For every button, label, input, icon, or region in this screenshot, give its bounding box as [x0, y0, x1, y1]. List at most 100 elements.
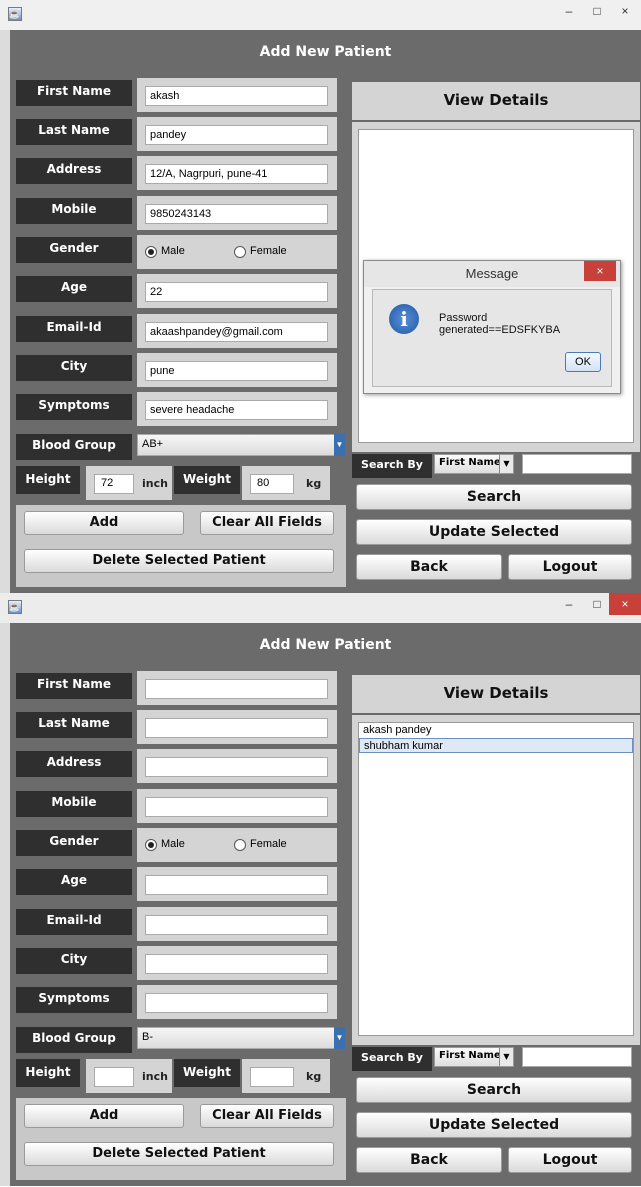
search-by-select[interactable]: First Name ▼ [434, 1047, 514, 1067]
search-by-label: Search By [352, 454, 432, 478]
search-input[interactable] [522, 454, 632, 474]
close-button[interactable]: × [609, 593, 641, 615]
blood-group-select[interactable]: B- ▼ [137, 1027, 345, 1049]
chevron-down-icon[interactable]: ▼ [499, 455, 513, 473]
first-name-label: First Name [16, 673, 132, 699]
city-field[interactable]: pune [145, 361, 328, 381]
java-cup-icon: ☕ [8, 600, 22, 614]
height-box: 72 inch [86, 466, 172, 500]
back-button[interactable]: Back [356, 1147, 502, 1173]
logout-button[interactable]: Logout [508, 1147, 632, 1173]
dialog-body: i Password generated==EDSFKYBA OK [372, 289, 612, 387]
chevron-down-icon[interactable]: ▼ [334, 434, 345, 456]
gender-female-radio[interactable] [234, 839, 246, 851]
list-item[interactable]: akash pandey [359, 723, 633, 738]
gender-male-radio[interactable] [145, 246, 157, 258]
gender-female-radio[interactable] [234, 246, 246, 258]
delete-selected-patient-button[interactable]: Delete Selected Patient [24, 549, 334, 573]
chevron-down-icon[interactable]: ▼ [499, 1048, 513, 1066]
search-input[interactable] [522, 1047, 632, 1067]
weight-box: kg [242, 1059, 330, 1093]
last-name-label: Last Name [16, 712, 132, 738]
address-field[interactable]: 12/A, Nagrpuri, pune-41 [145, 164, 328, 184]
list-item-selected[interactable]: shubham kumar [359, 738, 633, 753]
minimize-button[interactable]: – [556, 593, 582, 615]
first-name-field[interactable]: akash [145, 86, 328, 106]
age-field[interactable]: 22 [145, 282, 328, 302]
age-box: 22 [137, 274, 337, 308]
patient-list[interactable]: akash pandey shubham kumar [358, 722, 634, 1036]
height-label: Height [16, 1059, 80, 1087]
first-name-field[interactable] [145, 679, 328, 699]
address-box [137, 749, 337, 783]
gender-box: Male Female [137, 235, 337, 269]
clear-all-fields-button[interactable]: Clear All Fields [200, 511, 334, 535]
blood-group-select[interactable]: AB+ ▼ [137, 434, 345, 456]
symptoms-field[interactable] [145, 993, 328, 1013]
blood-group-value: AB+ [142, 438, 164, 450]
mobile-label: Mobile [16, 791, 132, 817]
dialog-close-button[interactable]: × [584, 261, 616, 281]
gender-label: Gender [16, 830, 132, 856]
dialog-message: Password generated==EDSFKYBA [439, 312, 561, 336]
symptoms-field[interactable]: severe headache [145, 400, 328, 420]
ok-button[interactable]: OK [565, 352, 601, 372]
title-bar: ☕ – □ × [0, 593, 641, 623]
logout-button[interactable]: Logout [508, 554, 632, 580]
chevron-down-icon[interactable]: ▼ [334, 1027, 345, 1049]
email-field[interactable]: akaashpandey@gmail.com [145, 322, 328, 342]
email-field[interactable] [145, 915, 328, 935]
height-field[interactable]: 72 [94, 474, 134, 494]
gender-female-label: Female [250, 838, 287, 850]
search-by-select[interactable]: First Name ▼ [434, 454, 514, 474]
city-label: City [16, 355, 132, 381]
maximize-button[interactable]: □ [584, 0, 610, 22]
address-label: Address [16, 751, 132, 777]
weight-field[interactable] [250, 1067, 294, 1087]
kg-unit: kg [306, 477, 322, 490]
first-name-box: akash [137, 78, 337, 112]
last-name-field[interactable] [145, 718, 328, 738]
mobile-field[interactable]: 9850243143 [145, 204, 328, 224]
view-details-frame: akash pandey shubham kumar [352, 715, 640, 1045]
mobile-box [137, 789, 337, 823]
mobile-field[interactable] [145, 797, 328, 817]
age-label: Age [16, 276, 132, 302]
gender-male-radio[interactable] [145, 839, 157, 851]
weight-field[interactable]: 80 [250, 474, 294, 494]
page-title: Add New Patient [259, 637, 392, 653]
back-button[interactable]: Back [356, 554, 502, 580]
update-selected-button[interactable]: Update Selected [356, 1112, 632, 1138]
search-button[interactable]: Search [356, 1077, 632, 1103]
action-button-panel: Add Clear All Fields Delete Selected Pat… [16, 1098, 346, 1180]
height-label: Height [16, 466, 80, 494]
gender-label: Gender [16, 237, 132, 263]
height-field[interactable] [94, 1067, 134, 1087]
add-button[interactable]: Add [24, 1104, 184, 1128]
maximize-button[interactable]: □ [584, 593, 610, 615]
view-details-header: View Details [352, 82, 640, 120]
java-cup-icon: ☕ [8, 7, 22, 21]
inch-unit: inch [142, 477, 168, 490]
message-dialog: Message × i Password generated==EDSFKYBA… [363, 260, 621, 394]
minimize-button[interactable]: – [556, 0, 582, 22]
close-button[interactable]: × [612, 0, 638, 22]
search-button[interactable]: Search [356, 484, 632, 510]
add-button[interactable]: Add [24, 511, 184, 535]
city-box [137, 946, 337, 980]
address-label: Address [16, 158, 132, 184]
view-details-header: View Details [352, 675, 640, 713]
delete-selected-patient-button[interactable]: Delete Selected Patient [24, 1142, 334, 1166]
update-selected-button[interactable]: Update Selected [356, 519, 632, 545]
last-name-field[interactable]: pandey [145, 125, 328, 145]
address-field[interactable] [145, 757, 328, 777]
first-name-box [137, 671, 337, 705]
inch-unit: inch [142, 1070, 168, 1083]
city-field[interactable] [145, 954, 328, 974]
last-name-box [137, 710, 337, 744]
clear-all-fields-button[interactable]: Clear All Fields [200, 1104, 334, 1128]
weight-box: 80 kg [242, 466, 330, 500]
height-box: inch [86, 1059, 172, 1093]
age-field[interactable] [145, 875, 328, 895]
email-box: akaashpandey@gmail.com [137, 314, 337, 348]
